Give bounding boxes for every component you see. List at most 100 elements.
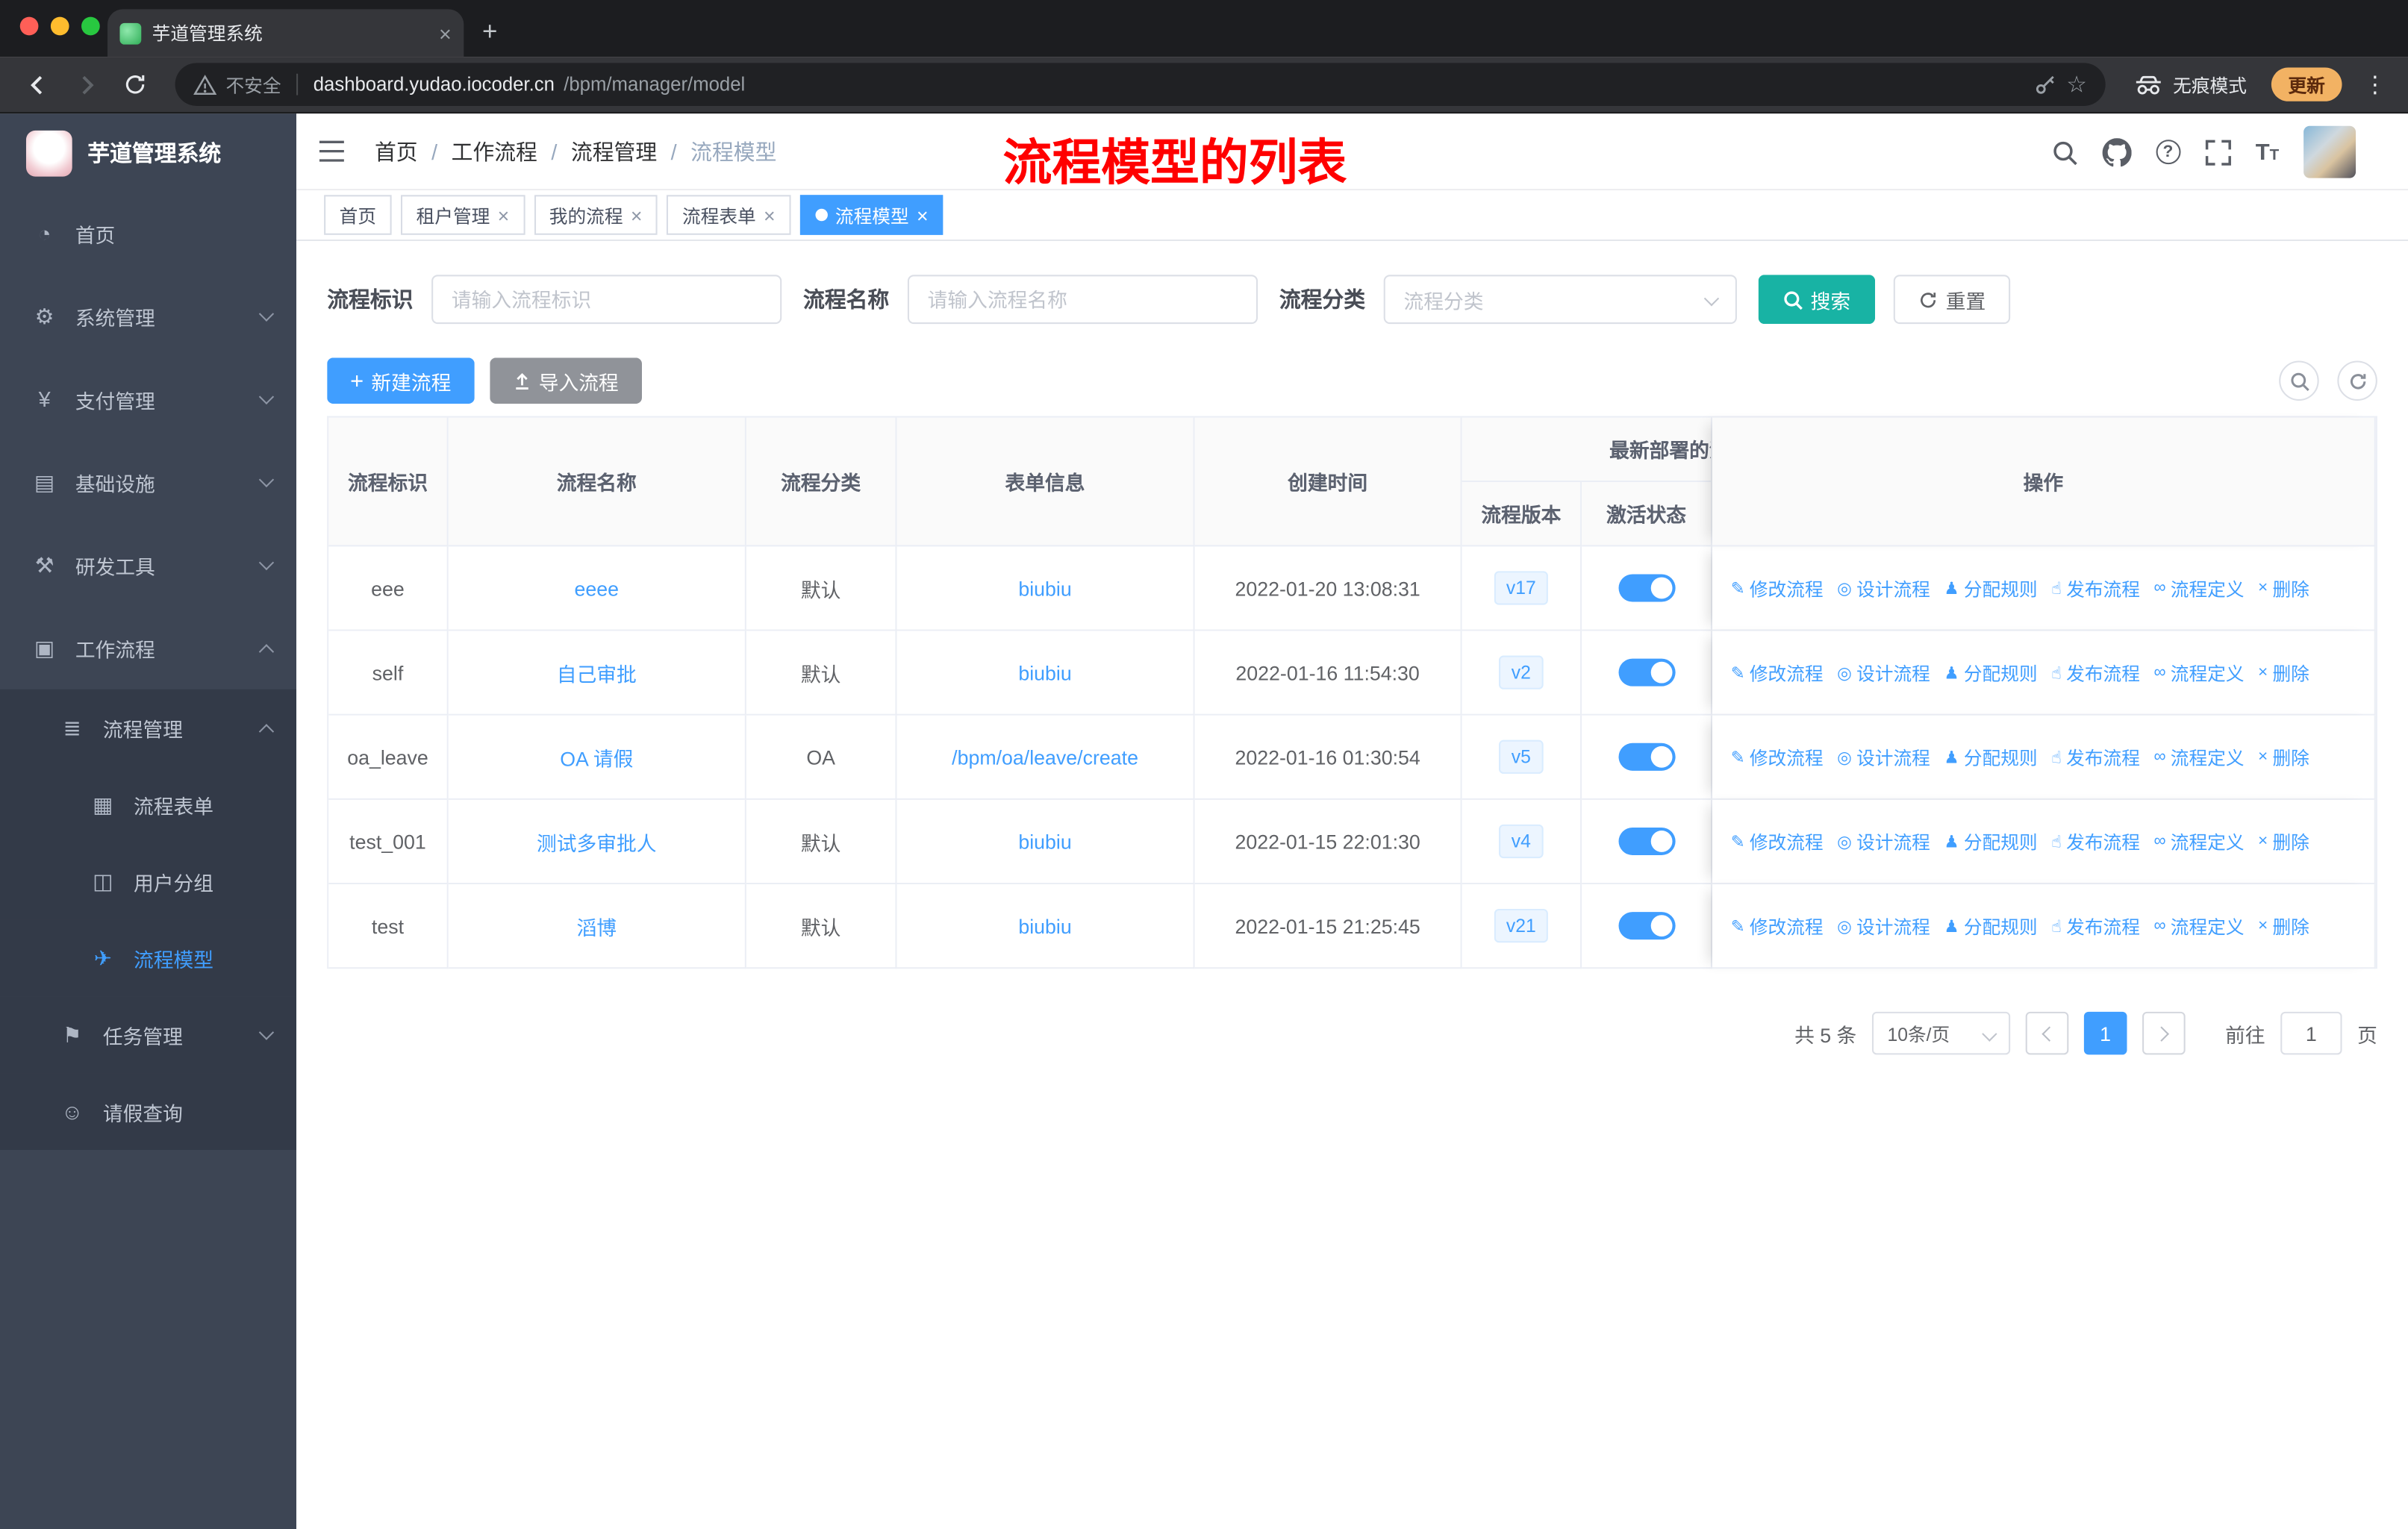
edit-action-link[interactable]: ✎ 修改流程 [1731,575,1824,601]
toggle-search-button[interactable] [2279,360,2319,401]
active-toggle[interactable] [1618,912,1675,940]
definition-action-link[interactable]: ∞ 流程定义 [2153,913,2244,939]
sidebar-item-7[interactable]: ▦ 流程表单 [0,766,297,843]
browser-tab[interactable]: 芋道管理系统 × [107,9,464,57]
assign-rule-action-link[interactable]: ♟ 分配规则 [1944,660,2037,686]
current-page[interactable]: 1 [2083,1011,2127,1055]
reset-button[interactable]: 重置 [1893,275,2011,325]
process-id-input[interactable] [431,275,782,325]
process-name-input[interactable] [907,275,1258,325]
update-button[interactable]: 更新 [2271,67,2342,101]
sidebar-item-4[interactable]: ⚒ 研发工具 [0,524,296,607]
sidebar-item-6[interactable]: ≣ 流程管理 [0,689,297,766]
sidebar-item-2[interactable]: ¥ 支付管理 [0,357,296,440]
design-action-link[interactable]: ◎ 设计流程 [1837,660,1930,686]
publish-action-link[interactable]: ☝ 发布流程 [2051,744,2140,770]
edit-action-link[interactable]: ✎ 修改流程 [1731,913,1824,939]
assign-rule-action-link[interactable]: ♟ 分配规则 [1944,913,2037,939]
publish-action-link[interactable]: ☝ 发布流程 [2051,575,2140,601]
category-select[interactable]: 流程分类 [1383,275,1737,325]
edit-action-link[interactable]: ✎ 修改流程 [1731,660,1824,686]
delete-action-link[interactable]: × 删除 [2258,913,2309,939]
minimize-window-button[interactable] [50,16,69,36]
form-info-link[interactable]: biubiu [1018,577,1071,600]
sidebar-item-11[interactable]: ☺ 请假查询 [0,1073,297,1150]
tags-view-tab-0[interactable]: 首页 [324,195,392,235]
app-logo[interactable]: 芋道管理系统 [0,113,296,192]
github-icon[interactable] [2102,137,2132,166]
assign-rule-action-link[interactable]: ♟ 分配规则 [1944,575,2037,601]
process-name-link[interactable]: 自己审批 [557,658,637,687]
sidebar-item-5[interactable]: ▣ 工作流程 [0,607,296,690]
process-name-link[interactable]: eeee [575,577,620,600]
edit-action-link[interactable]: ✎ 修改流程 [1731,744,1824,770]
sidebar-item-9[interactable]: ✈ 流程模型 [0,919,297,997]
reload-button[interactable] [113,63,157,106]
sidebar-item-8[interactable]: ◫ 用户分组 [0,842,297,920]
maximize-window-button[interactable] [81,16,100,36]
edit-action-link[interactable]: ✎ 修改流程 [1731,828,1824,854]
bookmark-star-icon[interactable]: ☆ [2066,71,2087,99]
search-icon[interactable] [2051,139,2077,165]
sidebar-item-0[interactable]: ◔ 首页 [0,192,296,275]
font-size-icon[interactable]: TT [2256,139,2279,165]
tab-close-icon[interactable]: × [498,204,510,227]
publish-action-link[interactable]: ☝ 发布流程 [2051,913,2140,939]
active-toggle[interactable] [1618,742,1675,771]
user-avatar[interactable] [2303,125,2356,178]
delete-action-link[interactable]: × 删除 [2258,828,2309,854]
fullscreen-icon[interactable] [2205,139,2231,165]
breadcrumb-home[interactable]: 首页 [375,136,418,166]
definition-action-link[interactable]: ∞ 流程定义 [2153,660,2244,686]
goto-page-input[interactable] [2280,1011,2342,1055]
close-window-button[interactable] [19,16,39,36]
breadcrumb-process-management[interactable]: 流程管理 [571,136,657,166]
delete-action-link[interactable]: × 删除 [2258,575,2309,601]
definition-action-link[interactable]: ∞ 流程定义 [2153,744,2244,770]
form-info-link[interactable]: /bpm/oa/leave/create [952,745,1138,769]
tab-close-icon[interactable]: × [917,204,929,227]
back-button[interactable] [16,63,59,106]
form-info-link[interactable]: biubiu [1018,914,1071,937]
tags-view-tab-1[interactable]: 租户管理 × [401,195,525,235]
form-info-link[interactable]: biubiu [1018,830,1071,853]
design-action-link[interactable]: ◎ 设计流程 [1837,744,1930,770]
tags-view-tab-2[interactable]: 我的流程 × [534,195,658,235]
new-tab-button[interactable]: + [482,17,497,48]
tags-view-tab-3[interactable]: 流程表单 × [667,195,791,235]
definition-action-link[interactable]: ∞ 流程定义 [2153,828,2244,854]
active-toggle[interactable] [1618,574,1675,602]
sidebar-item-3[interactable]: ▤ 基础设施 [0,440,296,523]
design-action-link[interactable]: ◎ 设计流程 [1837,913,1930,939]
form-info-link[interactable]: biubiu [1018,661,1071,684]
create-process-button[interactable]: + 新建流程 [327,357,475,404]
design-action-link[interactable]: ◎ 设计流程 [1837,828,1930,854]
active-toggle[interactable] [1618,827,1675,855]
forward-button[interactable] [64,63,107,106]
breadcrumb-workflow[interactable]: 工作流程 [452,136,537,166]
publish-action-link[interactable]: ☝ 发布流程 [2051,660,2140,686]
definition-action-link[interactable]: ∞ 流程定义 [2153,575,2244,601]
delete-action-link[interactable]: × 删除 [2258,660,2309,686]
process-name-link[interactable]: 滔博 [577,911,617,940]
assign-rule-action-link[interactable]: ♟ 分配规则 [1944,744,2037,770]
refresh-table-button[interactable] [2337,360,2377,401]
prev-page-button[interactable] [2025,1011,2069,1055]
password-key-icon[interactable] [2033,72,2057,97]
active-toggle[interactable] [1618,658,1675,687]
collapse-sidebar-icon[interactable] [318,140,349,163]
sidebar-item-10[interactable]: ⚑ 任务管理 [0,996,297,1074]
tab-close-icon[interactable]: × [764,204,776,227]
page-size-select[interactable]: 10条/页 [1871,1011,2011,1055]
help-icon[interactable]: ? [2156,140,2180,165]
url-bar[interactable]: 不安全 dashboard.yudao.iocoder.cn /bpm/mana… [175,63,2106,106]
tab-close-icon[interactable]: × [439,22,452,44]
import-process-button[interactable]: 导入流程 [489,357,642,404]
assign-rule-action-link[interactable]: ♟ 分配规则 [1944,828,2037,854]
process-name-link[interactable]: OA 请假 [560,742,633,772]
sidebar-item-1[interactable]: ⚙ 系统管理 [0,275,296,357]
browser-menu-icon[interactable]: ⋮ [2363,71,2386,99]
design-action-link[interactable]: ◎ 设计流程 [1837,575,1930,601]
process-name-link[interactable]: 测试多审批人 [537,827,657,856]
tab-close-icon[interactable]: × [631,204,643,227]
